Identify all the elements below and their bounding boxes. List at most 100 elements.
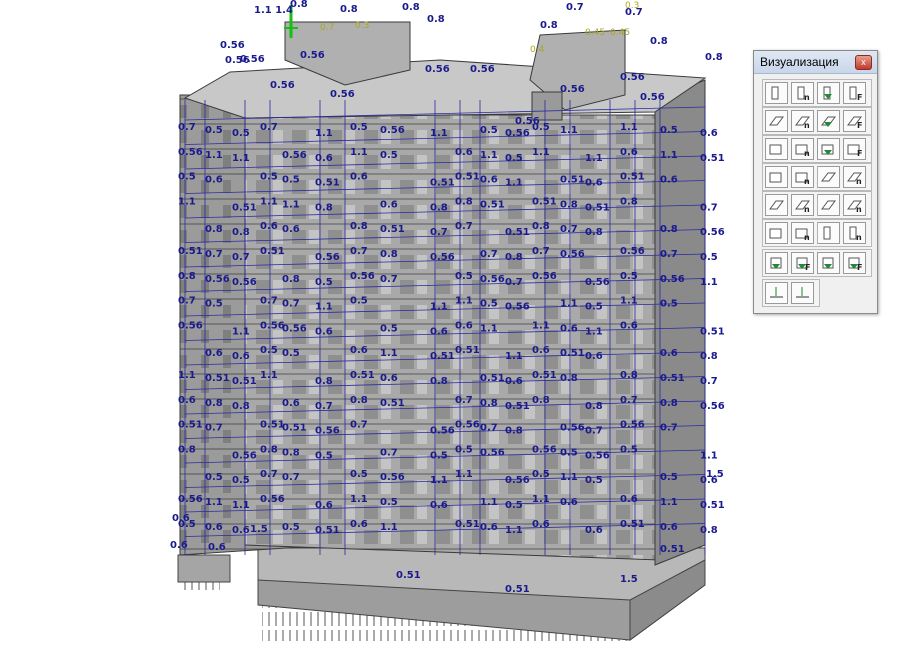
dimension-label: 0.56 [282, 323, 307, 334]
dimension-label: 0.51 [396, 570, 421, 581]
dimension-label: 0.6 [205, 348, 223, 359]
dimension-label: 0.8 [660, 398, 678, 409]
dimension-label: 0.6 [480, 522, 498, 533]
level-button[interactable] [765, 282, 788, 304]
plate-n-button[interactable]: n [791, 194, 814, 216]
slab-n-button[interactable]: n [791, 110, 814, 132]
dimension-label: 0.7 [205, 249, 223, 260]
dimension-label: 0.6 [282, 224, 300, 235]
dimension-label: 0.51 [455, 345, 480, 356]
ramp-n-button[interactable]: n [843, 194, 866, 216]
dimension-label: 1.1 [620, 122, 638, 133]
dimension-label: 0.45 [585, 28, 605, 38]
dimension-label: 0.5 [560, 447, 578, 458]
column-button[interactable] [817, 222, 840, 244]
dimension-label: 0.5 [350, 469, 368, 480]
dimension-label: 0.6 [430, 326, 448, 337]
beam-n-button[interactable]: n [843, 166, 866, 188]
dimension-label: 0.56 [470, 64, 495, 75]
dimension-label: 0.5 [455, 444, 473, 455]
dimension-label: 0.7 [480, 423, 498, 434]
dimension-label: 0.51 [560, 175, 585, 186]
beam-button[interactable] [817, 166, 840, 188]
dimension-label: 1.1 1.4 [254, 5, 293, 16]
dimension-label: 1.1 [205, 497, 223, 508]
support-down-button[interactable] [765, 252, 788, 274]
dimension-label: 0.6 [350, 172, 368, 183]
palette-separator [817, 166, 818, 188]
dimension-label: 1.1 [315, 128, 333, 139]
plate-button[interactable] [765, 194, 788, 216]
rect-button[interactable] [765, 166, 788, 188]
slab-button[interactable] [765, 110, 788, 132]
box-force-button[interactable]: F [843, 138, 866, 160]
dimension-label: 0.56 [480, 274, 505, 285]
dimension-label: 0.51 [660, 373, 685, 384]
box-down-button[interactable] [817, 138, 840, 160]
column-n-button[interactable]: n [843, 222, 866, 244]
dimension-label: 0.8 [232, 227, 250, 238]
block-button[interactable] [765, 222, 788, 244]
dimension-label: 0.56 [585, 277, 610, 288]
dimension-label: 0.7 [260, 122, 278, 133]
dimension-label: 1.1 [660, 497, 678, 508]
levels-button[interactable] [791, 282, 814, 304]
wall-down-button[interactable] [817, 82, 840, 104]
dimension-label: 0.8 [455, 196, 473, 207]
dimension-label: 0.8 [700, 525, 718, 536]
dimension-label: 0.8 [232, 401, 250, 412]
dimension-label: 0.5 [505, 500, 523, 511]
palette-button-group: nn [762, 191, 872, 219]
palette-button-group: nn [762, 219, 872, 247]
wall-button[interactable] [765, 82, 788, 104]
load-button[interactable] [817, 252, 840, 274]
dimension-label: 1.5 [250, 524, 268, 535]
dimension-label: 0.7 [282, 472, 300, 483]
dimension-label: 0.51 [260, 420, 285, 431]
load-force-button[interactable]: F [843, 252, 866, 274]
dimension-label: 0.6 [208, 542, 226, 553]
dimension-label: 1.1 [232, 500, 250, 511]
dimension-label: 0.56 [315, 252, 340, 263]
dimension-label: 0.51 [455, 172, 480, 183]
dimension-label: 0.5 [620, 444, 638, 455]
dimension-label: 0.6 [315, 326, 333, 337]
visualization-palette[interactable]: Визуализация x nFnFnFnnnnnnFF [753, 50, 878, 314]
dimension-label: 1.1 [178, 196, 196, 207]
dimension-label: 0.56 [425, 64, 450, 75]
slab-down-button[interactable] [817, 110, 840, 132]
dimension-label: 0.8 [315, 202, 333, 213]
ramp-button[interactable] [817, 194, 840, 216]
wall-force-button[interactable]: F [843, 82, 866, 104]
dimension-label: 0.6 [380, 199, 398, 210]
dimension-label: 1.1 [350, 147, 368, 158]
dimension-label: 0.56 [380, 125, 405, 136]
dimension-label: 0.7 [700, 202, 718, 213]
dimension-label: 0.56 [532, 444, 557, 455]
box-button[interactable] [765, 138, 788, 160]
dimension-label: 0.8 [585, 227, 603, 238]
dimension-label: 0.5 [455, 271, 473, 282]
dimension-label: 0.6 [660, 522, 678, 533]
dimension-label: 0.5 [380, 497, 398, 508]
dimension-label: 0.7 [532, 246, 550, 257]
close-icon[interactable]: x [855, 55, 872, 70]
dimension-label: 0.5 [282, 348, 300, 359]
slab-force-button[interactable]: F [843, 110, 866, 132]
dimension-label: 0.7 [320, 23, 334, 33]
box-n-button[interactable]: n [791, 138, 814, 160]
dimension-label: 0.7 [232, 252, 250, 263]
dimension-label: 0.6 [232, 525, 250, 536]
dimension-label: 0.8 [660, 224, 678, 235]
dimension-label: 0.56 [700, 227, 725, 238]
dimension-label: 0.56 [455, 420, 480, 431]
support-force-button[interactable]: F [791, 252, 814, 274]
palette-titlebar[interactable]: Визуализация x [754, 51, 877, 74]
dimension-label: 0.8 [402, 2, 420, 13]
wall-n-button[interactable]: n [791, 82, 814, 104]
dimension-label: 0.56 [640, 92, 665, 103]
dimension-label: 0.6 [505, 376, 523, 387]
rect-n-button[interactable]: n [791, 166, 814, 188]
block-n-button[interactable]: n [791, 222, 814, 244]
dimension-label: 0.6 [585, 525, 603, 536]
